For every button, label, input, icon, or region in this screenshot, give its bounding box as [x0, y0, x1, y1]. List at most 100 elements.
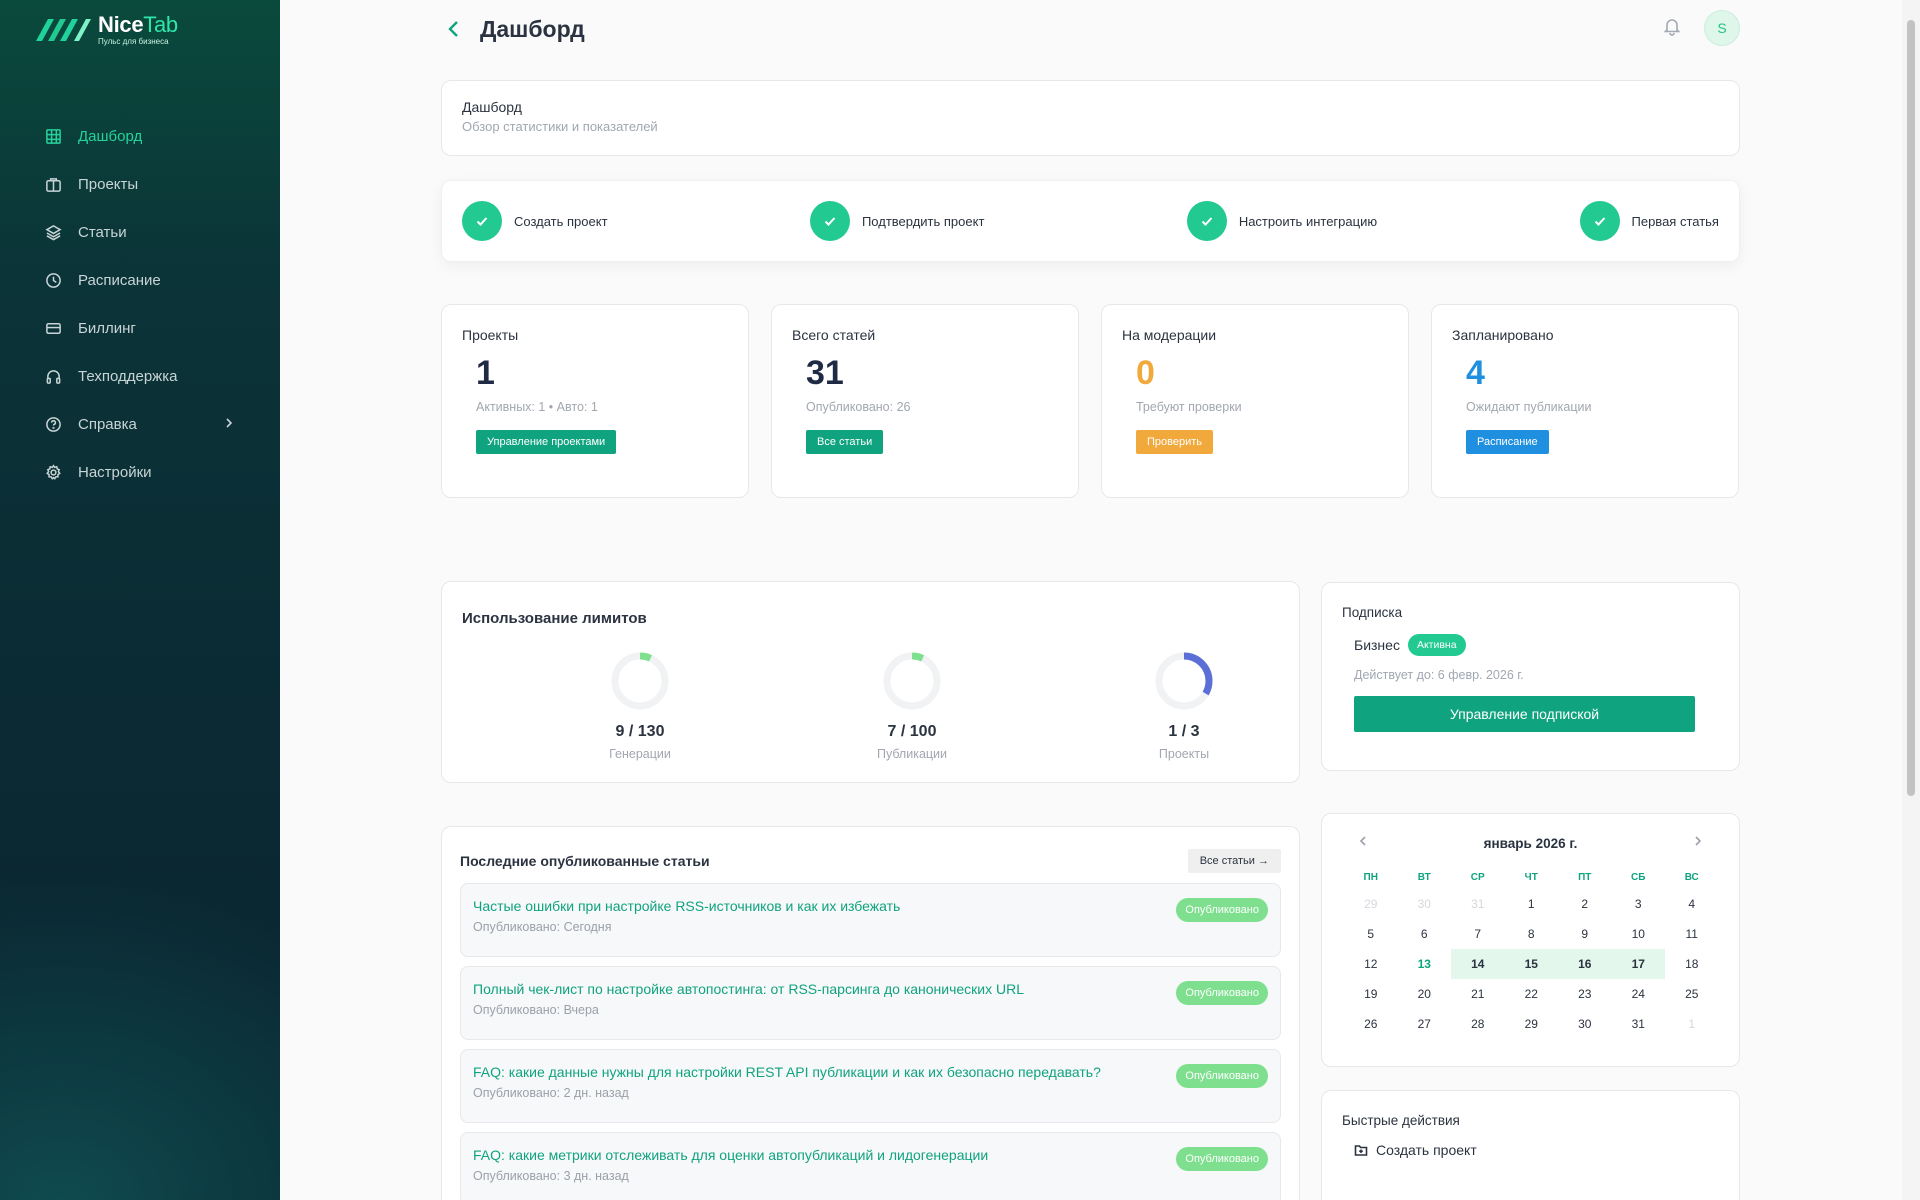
calendar-day[interactable]: 30	[1558, 1009, 1612, 1039]
calendar-day[interactable]: 18	[1665, 949, 1719, 979]
calendar-day[interactable]: 13	[1398, 949, 1452, 979]
page-scrollbar[interactable]	[1902, 0, 1920, 1200]
logo[interactable]: NiceTab Пульс для бизнеса	[34, 14, 178, 46]
calendar-day[interactable]: 22	[1505, 979, 1559, 1009]
article-title[interactable]: FAQ: какие метрики отслеживать для оценк…	[473, 1147, 1268, 1163]
clock-icon	[44, 271, 62, 289]
calendar-day[interactable]: 21	[1451, 979, 1505, 1009]
calendar-day[interactable]: 16	[1558, 949, 1612, 979]
calendar-day[interactable]: 15	[1504, 949, 1558, 979]
calendar-card: январь 2026 г. ПН ВТ СР ЧТ ПТ СБ ВС 29 30 31 1 2 3 4 5…	[1321, 813, 1740, 1067]
calendar-weekday: СР	[1470, 872, 1485, 883]
schedule-button[interactable]: Расписание	[1466, 430, 1549, 455]
article-date: Опубликовано: 2 дн. назад	[473, 1086, 629, 1100]
article-title[interactable]: Частые ошибки при настройке RSS-источник…	[473, 898, 1268, 914]
step-label: Подтвердить проект	[861, 213, 985, 229]
calendar-day[interactable]: 2	[1558, 889, 1612, 919]
all-articles-button[interactable]: Все статьи	[806, 430, 884, 455]
article-title[interactable]: FAQ: какие данные нужны для настройки RE…	[473, 1064, 1268, 1080]
article-list-item[interactable]: FAQ: какие данные нужны для настройки RE…	[460, 1049, 1281, 1123]
step-create-project[interactable]: Создать проект	[462, 201, 608, 241]
calendar-day[interactable]: 10	[1612, 919, 1666, 949]
calendar-day[interactable]: 24	[1612, 979, 1666, 1009]
grid-icon	[44, 127, 62, 145]
sidebar-item-articles[interactable]: Статьи	[30, 208, 250, 256]
calendar-day[interactable]: 11	[1665, 919, 1719, 949]
gauge-projects: 1 / 3 Проекты	[1104, 650, 1264, 761]
calendar-day[interactable]: 28	[1451, 1009, 1505, 1039]
calendar-day[interactable]: 8	[1505, 919, 1559, 949]
calendar-day[interactable]: 23	[1558, 979, 1612, 1009]
calendar-day[interactable]: 27	[1398, 1009, 1452, 1039]
sidebar-item-projects[interactable]: Проекты	[30, 160, 250, 208]
calendar-day[interactable]: 5	[1344, 919, 1398, 949]
calendar-day[interactable]: 9	[1558, 919, 1612, 949]
quick-action-label: Создать проект	[1376, 1142, 1477, 1158]
notifications-button[interactable]	[1662, 16, 1686, 40]
calendar-day[interactable]: 17	[1611, 949, 1665, 979]
calendar-day[interactable]: 25	[1665, 979, 1719, 1009]
calendar-day[interactable]: 30	[1398, 889, 1452, 919]
article-list-item[interactable]: Частые ошибки при настройке RSS-источник…	[460, 883, 1281, 957]
calendar-day[interactable]: 1	[1505, 889, 1559, 919]
calendar-day[interactable]: 29	[1505, 1009, 1559, 1039]
calendar-day[interactable]: 1	[1665, 1009, 1719, 1039]
gauge-label: Проекты	[1158, 747, 1210, 761]
step-first-article[interactable]: Первая статья	[1579, 201, 1719, 241]
limits-title: Использование лимитов	[462, 610, 647, 627]
sidebar-item-label: Статьи	[78, 223, 127, 241]
stat-label: Всего статей	[792, 327, 876, 343]
calendar-day[interactable]: 29	[1344, 889, 1398, 919]
intro-title: Дашборд	[462, 99, 522, 115]
stat-value: 1	[476, 354, 495, 392]
status-badge: Активна	[1407, 634, 1466, 656]
check-icon	[1579, 201, 1620, 241]
prev-month-button[interactable]	[1356, 834, 1370, 853]
published-badge: Опубликовано	[1176, 981, 1268, 1005]
article-date: Опубликовано: Сегодня	[473, 920, 612, 934]
logo-name-part1: Nice	[98, 12, 144, 37]
step-label: Настроить интеграцию	[1238, 213, 1378, 229]
briefcase-icon	[44, 175, 62, 193]
review-button[interactable]: Проверить	[1136, 430, 1214, 455]
calendar-day[interactable]: 31	[1612, 1009, 1666, 1039]
calendar-day[interactable]: 20	[1398, 979, 1452, 1009]
calendar-day[interactable]: 12	[1344, 949, 1398, 979]
step-confirm-project[interactable]: Подтвердить проект	[809, 201, 985, 241]
step-label: Первая статья	[1631, 213, 1719, 229]
sidebar-item-label: Настройки	[78, 463, 152, 481]
headphones-icon	[44, 367, 62, 385]
quick-create-project-button[interactable]: Создать проект	[1354, 1142, 1719, 1158]
all-articles-link-button[interactable]: Все статьи →	[1187, 849, 1281, 873]
article-list-item[interactable]: Полный чек-лист по настройке автопостинг…	[460, 966, 1281, 1040]
chevron-left-icon	[448, 21, 458, 37]
calendar-day[interactable]: 7	[1451, 919, 1505, 949]
calendar-day[interactable]: 26	[1344, 1009, 1398, 1039]
calendar-day[interactable]: 3	[1612, 889, 1666, 919]
manage-projects-button[interactable]: Управление проектами	[476, 430, 617, 455]
article-title[interactable]: Полный чек-лист по настройке автопостинг…	[473, 981, 1268, 997]
sidebar-item-settings[interactable]: Настройки	[30, 448, 250, 496]
calendar-day[interactable]: 19	[1344, 979, 1398, 1009]
calendar-day[interactable]: 6	[1398, 919, 1452, 949]
calendar-day[interactable]: 4	[1665, 889, 1719, 919]
sidebar-item-help[interactable]: Справка	[30, 400, 250, 448]
sidebar-item-schedule[interactable]: Расписание	[30, 256, 250, 304]
calendar-day[interactable]: 31	[1451, 889, 1505, 919]
calendar-day[interactable]: 14	[1451, 949, 1505, 979]
gauge-label: Генерации	[609, 747, 671, 761]
gauge-value: 7 / 100	[887, 723, 937, 740]
next-month-button[interactable]	[1691, 834, 1705, 853]
sidebar-item-support[interactable]: Техподдержка	[30, 352, 250, 400]
avatar[interactable]: S	[1704, 10, 1740, 46]
sidebar-item-billing[interactable]: Биллинг	[30, 304, 250, 352]
back-button[interactable]	[440, 14, 468, 44]
check-icon	[462, 201, 502, 241]
recent-articles-card: Последние опубликованные статьи Все стат…	[441, 826, 1300, 1200]
donut-gauge	[883, 652, 941, 710]
article-list-item[interactable]: FAQ: какие метрики отслеживать для оценк…	[460, 1132, 1281, 1200]
manage-subscription-button[interactable]: Управление подпиской	[1354, 696, 1695, 732]
sidebar-item-dashboard[interactable]: Дашборд	[30, 112, 250, 160]
scrollbar-thumb[interactable]	[1907, 20, 1915, 796]
step-setup-integration[interactable]: Настроить интеграцию	[1186, 201, 1378, 241]
